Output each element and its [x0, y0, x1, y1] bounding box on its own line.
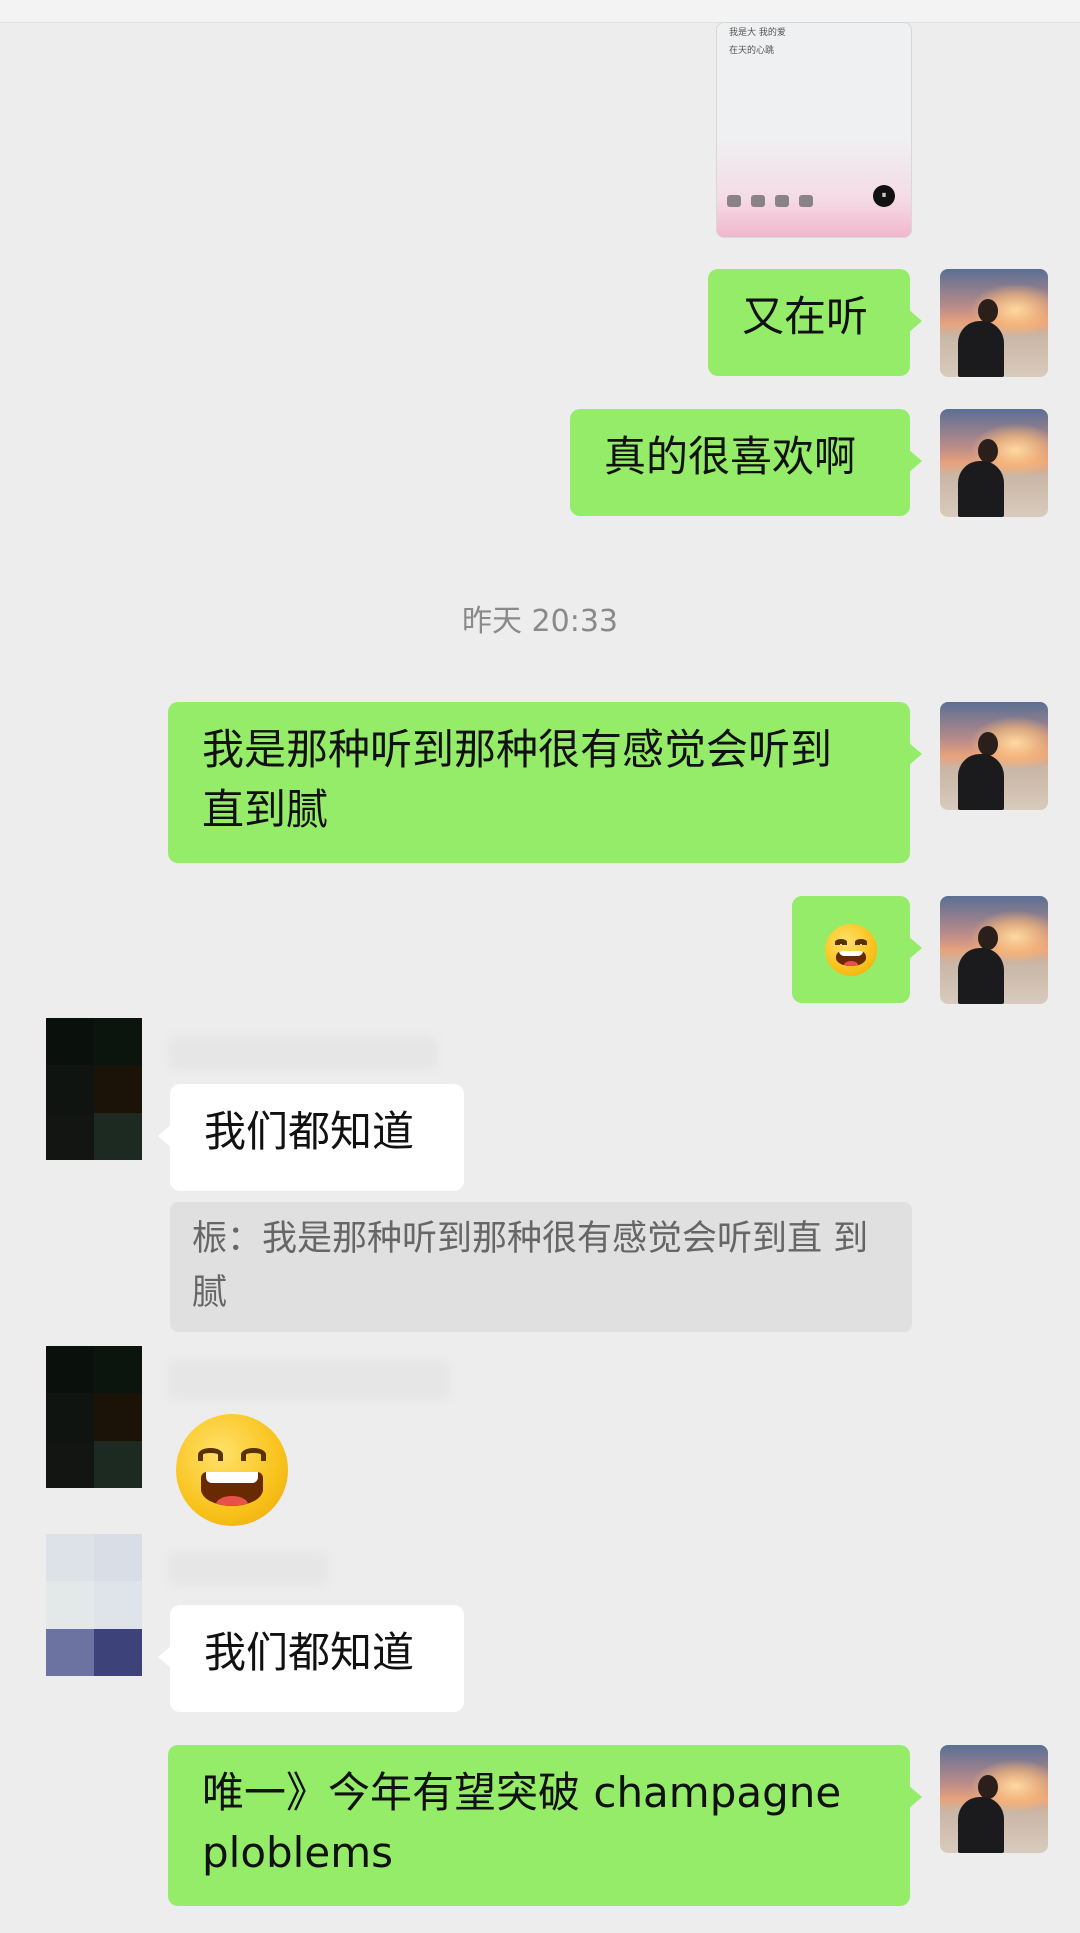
sender-name [168, 1036, 438, 1070]
sender-name [168, 1552, 328, 1586]
grinning-face-icon [825, 923, 877, 976]
my-avatar[interactable] [940, 269, 1048, 377]
top-divider [0, 0, 1080, 23]
sender-name [168, 1360, 450, 1400]
outgoing-message-bubble[interactable]: 唯一》今年有望突破 champagne ploblems [168, 1745, 922, 1906]
grinning-face-icon [176, 1414, 288, 1526]
incoming-message-bubble[interactable]: 我们都知道 [158, 1084, 464, 1191]
screenshot-text-line: 我是大 我的爱 [729, 28, 786, 38]
outgoing-message-bubble[interactable]: 我是那种听到那种很有感觉会听到 直到腻 [168, 702, 922, 863]
chat-timestamp: 昨天 20:33 [462, 604, 618, 639]
mic-icon [751, 195, 765, 207]
screenshot-toolbar [727, 195, 813, 207]
screenshot-image-message[interactable]: 我是大 我的爱 在天的心跳 ⏸ [716, 22, 912, 238]
my-avatar[interactable] [940, 409, 1048, 517]
contact-avatar[interactable] [46, 1534, 142, 1676]
contact-avatar[interactable] [46, 1346, 142, 1488]
outgoing-message-bubble[interactable]: 又在听 [708, 269, 922, 376]
my-avatar[interactable] [940, 896, 1048, 1004]
pause-icon: ⏸ [873, 185, 895, 207]
screenshot-text-line: 在天的心跳 [729, 46, 775, 56]
settings-icon [775, 195, 789, 207]
star-icon [799, 195, 813, 207]
quoted-message[interactable]: 桭：我是那种听到那种很有感觉会听到直 到腻 [170, 1202, 912, 1332]
my-avatar[interactable] [940, 1745, 1048, 1853]
contact-avatar[interactable] [46, 1018, 142, 1160]
outgoing-message-bubble[interactable]: 真的很喜欢啊 [570, 409, 922, 516]
comment-icon [727, 195, 741, 207]
outgoing-emoji-bubble[interactable] [792, 896, 922, 1003]
my-avatar[interactable] [940, 702, 1048, 810]
incoming-sticker[interactable] [170, 1414, 294, 1526]
incoming-message-bubble[interactable]: 我们都知道 [158, 1605, 464, 1712]
